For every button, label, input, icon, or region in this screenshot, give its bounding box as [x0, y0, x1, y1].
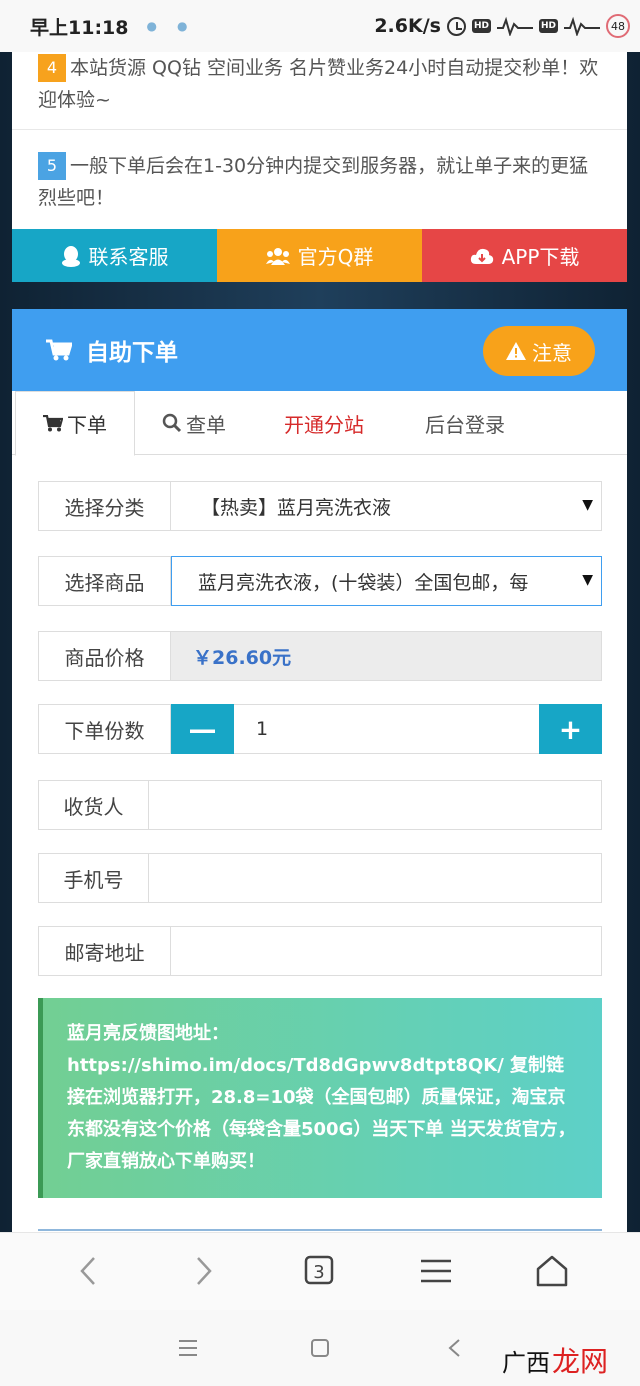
signal-icon-1	[496, 16, 533, 36]
info-body: https://shimo.im/docs/Td8dGpwv8dtpt8QK/ …	[67, 1055, 576, 1172]
product-label: 选择商品	[38, 556, 171, 606]
browser-toolbar: 3	[0, 1232, 640, 1310]
warning-icon	[506, 342, 526, 360]
contact-service-label: 联系客服	[88, 245, 169, 269]
search-icon	[162, 413, 182, 433]
phone-label: 手机号	[38, 853, 149, 903]
receiver-row: 收货人	[38, 780, 602, 830]
chevron-left-icon	[80, 1257, 95, 1285]
notice-number-badge: 4	[38, 54, 66, 82]
back-arrow-icon	[448, 1339, 460, 1357]
divider	[38, 1229, 602, 1231]
attention-label: 注意	[532, 340, 572, 365]
category-value: 【热卖】蓝月亮洗衣液	[201, 496, 392, 519]
status-right: 2.6K/s HD HD 48	[374, 14, 630, 38]
quantity-label: 下单份数	[38, 704, 171, 754]
system-home-button[interactable]	[302, 1330, 338, 1366]
status-time: 早上11:18	[30, 16, 129, 39]
cloud-download-icon	[470, 248, 493, 264]
product-row: 选择商品 蓝月亮洗衣液，(十袋装）全国包邮，每 ▼	[38, 556, 602, 606]
hd-badge-1: HD	[471, 19, 491, 33]
home-button[interactable]	[532, 1251, 572, 1291]
info-callout: 蓝月亮反馈图地址： https://shimo.im/docs/Td8dGpwv…	[38, 998, 602, 1198]
tab-open-site[interactable]: 开通分站	[284, 391, 364, 455]
alarm-icon	[446, 16, 466, 36]
tab-query-label: 查单	[186, 412, 226, 437]
notice-item-5: 5 一般下单后会在1-30分钟内提交到服务器，就让单子来的更猛烈些吧！	[12, 132, 627, 230]
info-title: 蓝月亮反馈图地址：	[67, 1023, 229, 1044]
dropdown-caret-icon: ▼	[582, 497, 593, 513]
system-back-button[interactable]	[436, 1330, 472, 1366]
watermark: 广西龙网	[502, 1340, 608, 1380]
tab-count: 3	[313, 1262, 324, 1283]
tab-order-label: 下单	[67, 413, 107, 437]
dropdown-caret-icon: ▼	[582, 572, 593, 588]
forward-button[interactable]	[184, 1251, 224, 1291]
app-download-button[interactable]: APP下载	[422, 229, 627, 282]
back-button[interactable]	[68, 1251, 108, 1291]
address-row: 邮寄地址	[38, 926, 602, 976]
receiver-label: 收货人	[38, 780, 149, 830]
order-panel: 自助下单 注意 下单 查单 开通分站 后台登录 选择分类 【热卖】蓝月亮洗衣液 …	[12, 309, 627, 1239]
category-select[interactable]: 【热卖】蓝月亮洗衣液 ▼	[171, 481, 602, 531]
status-bar: 早上11:18 ●● 2.6K/s HD HD 48	[0, 0, 640, 52]
quantity-row: 下单份数 — 1 +	[38, 704, 602, 754]
square-home-icon	[311, 1339, 329, 1357]
chevron-right-icon	[197, 1257, 212, 1285]
recent-apps-button[interactable]	[170, 1330, 206, 1366]
network-speed: 2.6K/s	[374, 15, 441, 37]
attention-button[interactable]: 注意	[483, 326, 595, 376]
qq-penguin-icon	[61, 245, 80, 267]
app-download-label: APP下载	[501, 245, 580, 269]
hamburger-menu-icon	[421, 1259, 451, 1283]
price-value: ￥26.60元	[171, 631, 602, 681]
tab-admin-login[interactable]: 后台登录	[425, 391, 505, 455]
notice-number-badge: 5	[38, 152, 66, 180]
home-icon	[536, 1255, 568, 1287]
product-value: 蓝月亮洗衣液，(十袋装）全国包邮，每	[198, 571, 529, 594]
signal-icon-2	[564, 16, 600, 36]
phone-row: 手机号	[38, 853, 602, 903]
menu-button[interactable]	[416, 1251, 456, 1291]
notice-text: 本站货源 QQ钻 空间业务 名片赞业务24小时自动提交秒单！欢迎体验~	[38, 57, 599, 111]
shopping-cart-icon	[46, 339, 72, 361]
watermark-part2: 龙网	[551, 1345, 608, 1378]
price-row: 商品价格 ￥26.60元	[38, 631, 602, 681]
phone-input[interactable]	[149, 853, 602, 903]
quantity-input[interactable]: 1	[234, 704, 539, 754]
qq-group-label: 官方Q群	[297, 245, 374, 269]
qq-group-button[interactable]: 官方Q群	[217, 229, 422, 282]
battery-icon: 48	[606, 14, 630, 38]
quantity-minus-button[interactable]: —	[171, 704, 234, 754]
notice-item-4: 4 本站货源 QQ钻 空间业务 名片赞业务24小时自动提交秒单！欢迎体验~	[12, 52, 627, 130]
action-bar: 联系客服 官方Q群 APP下载	[12, 229, 627, 282]
tabs-button[interactable]: 3	[300, 1251, 340, 1291]
order-title: 自助下单	[86, 340, 178, 366]
category-row: 选择分类 【热卖】蓝月亮洗衣液 ▼	[38, 481, 602, 531]
contact-service-button[interactable]: 联系客服	[12, 229, 217, 282]
product-select[interactable]: 蓝月亮洗衣液，(十袋装）全国包邮，每 ▼	[171, 556, 602, 606]
cart-icon	[43, 415, 63, 432]
tab-order[interactable]: 下单	[15, 391, 135, 456]
address-label: 邮寄地址	[38, 926, 171, 976]
recent-apps-icon	[179, 1340, 197, 1356]
users-icon	[265, 247, 290, 265]
receiver-input[interactable]	[149, 780, 602, 830]
notice-panel: 4 本站货源 QQ钻 空间业务 名片赞业务24小时自动提交秒单！欢迎体验~ 5 一般…	[12, 52, 627, 282]
address-input[interactable]	[171, 926, 602, 976]
watermark-part1: 广西	[501, 1349, 550, 1377]
hd-badge-2: HD	[538, 19, 558, 33]
order-tabs: 下单 查单 开通分站 后台登录	[12, 391, 627, 456]
quantity-plus-button[interactable]: +	[539, 704, 602, 754]
tab-query[interactable]: 查单	[162, 391, 226, 455]
category-label: 选择分类	[38, 481, 171, 531]
notification-dots-icon: ●●	[146, 19, 208, 33]
order-header: 自助下单 注意	[12, 309, 627, 391]
price-label: 商品价格	[38, 631, 171, 681]
tabs-icon: 3	[304, 1255, 334, 1285]
notice-text: 一般下单后会在1-30分钟内提交到服务器，就让单子来的更猛烈些吧！	[38, 155, 589, 209]
